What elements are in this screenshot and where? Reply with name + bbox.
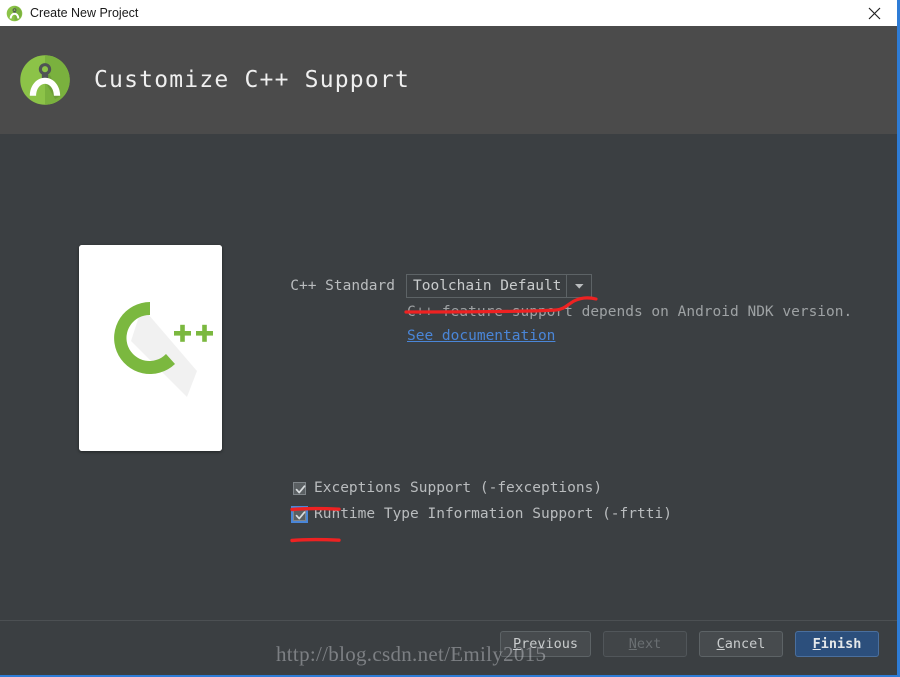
- window-title: Create New Project: [30, 6, 139, 20]
- page-title: Customize C++ Support: [94, 67, 410, 93]
- cpp-support-form: C++ Standard Toolchain Default C++ featu…: [0, 274, 897, 344]
- create-new-project-dialog: Create New Project Customize C++ Support: [0, 0, 900, 677]
- dialog-body: C++ Standard Toolchain Default C++ featu…: [0, 134, 897, 620]
- see-documentation-link[interactable]: See documentation: [407, 328, 555, 344]
- next-button-mnemonic: N: [628, 636, 637, 652]
- cpp-standard-selected-value: Toolchain Default: [413, 278, 562, 294]
- previous-button-mnemonic: P: [512, 636, 522, 652]
- button-bar: Previous Next Cancel Finish: [488, 631, 879, 657]
- checkbox-checked-icon[interactable]: [291, 505, 308, 523]
- close-icon[interactable]: [851, 0, 897, 26]
- finish-button[interactable]: Finish: [795, 631, 879, 657]
- cpp-standard-row: C++ Standard Toolchain Default: [0, 274, 897, 298]
- cancel-button-label: ancel: [724, 636, 766, 652]
- cpp-options-group: Exceptions Support (-fexceptions) Runtim…: [291, 475, 672, 527]
- exceptions-support-checkbox[interactable]: Exceptions Support (-fexceptions): [293, 475, 672, 501]
- cancel-button-mnemonic: C: [716, 636, 725, 652]
- cpp-standard-select[interactable]: Toolchain Default: [406, 274, 592, 298]
- title-bar: Create New Project: [0, 0, 897, 26]
- android-studio-icon: [6, 5, 23, 22]
- dialog-footer: Previous Next Cancel Finish: [0, 620, 897, 675]
- next-button-label: ext: [636, 636, 662, 652]
- cancel-button[interactable]: Cancel: [699, 631, 783, 657]
- cpp-standard-hint: C++ feature support depends on Android N…: [407, 304, 853, 320]
- chevron-down-icon[interactable]: [566, 275, 591, 297]
- finish-button-label: inish: [820, 636, 862, 652]
- exceptions-support-label: Exceptions Support (-fexceptions): [314, 480, 603, 496]
- previous-button[interactable]: Previous: [499, 631, 591, 657]
- rtti-support-checkbox[interactable]: Runtime Type Information Support (-frtti…: [291, 501, 672, 527]
- android-studio-icon: [18, 53, 72, 107]
- checkbox-checked-icon[interactable]: [293, 481, 306, 495]
- dialog-header: Customize C++ Support: [0, 26, 897, 134]
- cpp-standard-label: C++ Standard: [290, 278, 395, 294]
- finish-button-mnemonic: F: [812, 636, 821, 652]
- next-button[interactable]: Next: [603, 631, 687, 657]
- previous-button-label: revious: [521, 636, 578, 652]
- rtti-support-label: Runtime Type Information Support (-frtti…: [314, 506, 672, 522]
